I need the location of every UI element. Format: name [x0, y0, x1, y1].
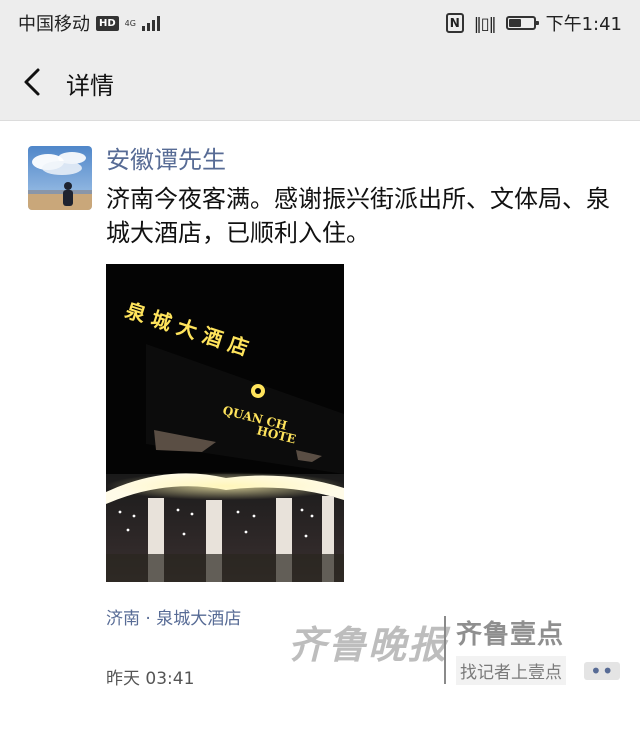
- carrier-name: 中国移动: [18, 14, 90, 35]
- clock: 下午1:41: [545, 14, 622, 35]
- post-author[interactable]: 安徽谭先生: [106, 140, 226, 175]
- watermark: 齐鲁晚报 齐鲁壹点 找记者上壹点 ••: [288, 612, 628, 688]
- watermark-divider: [444, 616, 446, 684]
- network-type: 4G: [125, 19, 136, 28]
- battery-icon: [505, 16, 539, 30]
- status-left: 中国移动 HD 4G: [18, 10, 160, 36]
- post-text: 济南今夜客满。感谢振兴街派出所、文体局、泉城大酒店，已顺利入住。: [106, 185, 610, 247]
- back-button[interactable]: [20, 64, 54, 100]
- avatar[interactable]: [28, 146, 92, 210]
- avatar-image: [28, 146, 92, 210]
- hd-badge: HD: [96, 15, 119, 31]
- hotel-night-image: 泉 城 大 酒 店 QUAN CH HOTE: [106, 264, 344, 582]
- watermark-slogan: 找记者上壹点: [456, 656, 566, 685]
- post-photo[interactable]: 泉 城 大 酒 店 QUAN CH HOTE: [106, 264, 344, 582]
- nav-bar: 详情: [0, 44, 640, 121]
- status-right: N ‖▯‖ 下午1:41: [445, 10, 622, 36]
- nfc-icon: N: [445, 13, 464, 33]
- chevron-left-icon: [24, 68, 40, 96]
- watermark-newspaper: 齐鲁晚报: [288, 622, 449, 667]
- page-title: 详情: [66, 72, 114, 100]
- more-icon[interactable]: ••: [584, 661, 620, 681]
- vibrate-icon: ‖▯‖: [473, 13, 497, 33]
- watermark-brand: 齐鲁壹点: [456, 620, 565, 650]
- post-location[interactable]: 济南 · 泉城大酒店: [106, 604, 241, 629]
- post-timestamp: 昨天 03:41: [106, 669, 195, 689]
- signal-icon: [141, 15, 160, 31]
- status-bar: 中国移动 HD 4G N ‖▯‖ 下午1:41: [0, 0, 640, 44]
- battery-level: [508, 19, 521, 27]
- network-type-label: 4G: [124, 18, 136, 28]
